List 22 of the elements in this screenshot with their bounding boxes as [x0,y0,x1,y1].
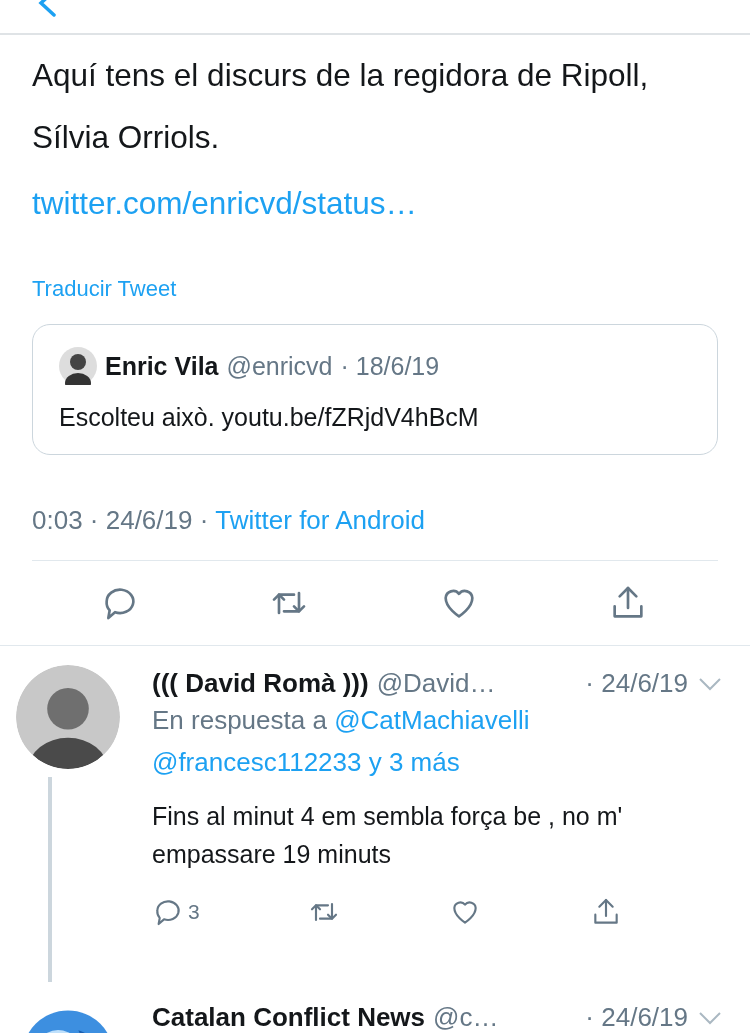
author-name: Catalan Conflict News [152,1002,426,1033]
tweet-date: · 18/6/19 [340,351,440,381]
author-handle: @enricvd [226,351,333,381]
avatar [59,347,97,385]
reply-count: 3 [188,900,200,924]
author-handle: @c… [433,1002,500,1033]
source-link[interactable]: Twitter for Android [215,505,425,536]
reply-to-text: En respuesta a @CatMachiavelli @francesc112233 y 3 más [152,704,531,779]
reply-text: Fins al minut 4 em sembla força be , no m' empassare 19 minuts [152,801,624,870]
author-handle: @David… [376,668,497,699]
quoted-tweet[interactable]: Enric Vila @enricvd · 18/6/19 Escolteu això. youtu.be/fZRjdV4hBcM [32,324,718,455]
mention-link[interactable]: @francesc112233 y 3 más [152,747,460,777]
tweet-link[interactable]: twitter.com/enricvd/status… [32,185,418,222]
translate-link[interactable]: Traducir Tweet [32,276,177,302]
mention-link[interactable]: @CatMachiavelli [334,705,530,735]
author-name: ((( David Romà ))) [152,668,369,699]
author-name: Enric Vila [105,351,219,381]
quoted-text: Escolteu això. youtu.be/fZRjdV4hBcM [59,403,480,432]
tweet-text: Aquí tens el discurs de la regidora de Ripoll, Sílvia Orriols. [32,56,650,157]
reply-date: · 24/6/19 [585,668,688,699]
tweet-timestamp: 0:03 · 24/6/19 · [32,505,209,536]
reply-date: · 24/6/19 [585,1002,688,1033]
